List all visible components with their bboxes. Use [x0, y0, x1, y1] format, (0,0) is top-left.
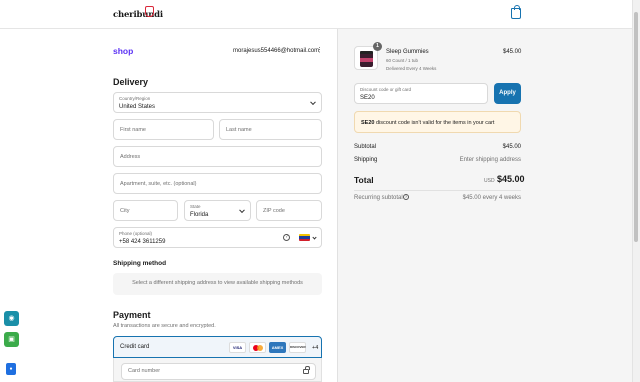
state-value: Florida: [190, 212, 209, 218]
notice-code: SE20: [361, 120, 375, 126]
address-placeholder: Address: [120, 153, 141, 160]
checkout-page: cheribundi shop morajesus554466@hotmail.…: [0, 0, 640, 382]
chevron-down-icon: [239, 206, 245, 213]
logo-icon: [145, 6, 154, 17]
card-brands: VISA AMEX DISCOVER +4: [229, 342, 318, 353]
help-widget-icon[interactable]: ●: [6, 363, 16, 375]
subtotal-label: Subtotal: [354, 144, 377, 150]
accessibility-eye-icon[interactable]: ◉: [4, 311, 19, 326]
quantity-badge: 1: [373, 42, 382, 51]
scrollbar-thumb[interactable]: [634, 12, 638, 242]
address-input[interactable]: Address: [113, 146, 322, 167]
recurring-subtotal-label: Recurring subtotal: [354, 195, 403, 201]
mastercard-icon: [249, 342, 266, 353]
credit-card-form: Card number: [113, 358, 322, 382]
last-name-input[interactable]: Last name: [219, 119, 322, 140]
shipping-method-message-box: Select a different shipping address to v…: [113, 273, 322, 295]
info-icon[interactable]: ?: [403, 194, 409, 200]
card-number-placeholder: Card number: [128, 368, 161, 374]
product-variant: 60 Count / 1 tub: [386, 58, 419, 63]
zip-input[interactable]: ZIP code: [256, 200, 322, 221]
more-menu-icon[interactable]: ⋮: [316, 47, 323, 54]
recurring-subtotal-value: $45.00 every 4 weeks: [462, 195, 521, 201]
city-input[interactable]: City: [113, 200, 178, 221]
last-name-placeholder: Last name: [226, 126, 252, 133]
first-name-input[interactable]: First name: [113, 119, 214, 140]
country-label: Country/Region: [119, 96, 151, 101]
notice-text: SE20 discount code isn't valid for the i…: [361, 120, 494, 126]
shipping-value: Enter shipping address: [459, 157, 521, 163]
city-placeholder: City: [120, 207, 130, 214]
phone-value: +58 424 3611259: [119, 239, 166, 245]
total-currency: USD: [484, 178, 495, 184]
zip-placeholder: ZIP code: [263, 207, 285, 214]
divider: [354, 190, 521, 191]
discount-label: Discount code or gift card: [360, 87, 412, 92]
state-select[interactable]: State Florida: [184, 200, 251, 221]
visa-icon: VISA: [229, 342, 246, 353]
total-label: Total: [354, 175, 374, 185]
notice-message: discount code isn't valid for the items …: [374, 120, 495, 126]
subtotal-value: $45.00: [502, 144, 521, 150]
shipping-label: Shipping: [354, 157, 378, 163]
phone-input[interactable]: Phone (optional) +58 424 3611259: [113, 227, 322, 248]
product-price: $45.00: [503, 49, 522, 55]
delivery-title: Delivery: [113, 77, 149, 87]
total-value: $45.00: [497, 174, 525, 184]
credit-card-option[interactable]: Credit card VISA AMEX DISCOVER +4: [113, 336, 322, 358]
order-summary-panel: [337, 29, 632, 382]
venezuela-flag-icon[interactable]: [299, 234, 310, 241]
phone-label: Phone (optional): [119, 231, 153, 236]
store-logo[interactable]: cheribundi: [113, 10, 163, 20]
shopping-bag-icon[interactable]: [511, 5, 521, 19]
product-plan: Delivered Every 4 Weeks: [386, 66, 437, 71]
apply-discount-button[interactable]: Apply: [494, 83, 521, 104]
apartment-placeholder: Apartment, suite, etc. (optional): [120, 180, 197, 187]
country-select[interactable]: Country/Region United States: [113, 92, 322, 113]
country-value: United States: [119, 104, 156, 110]
discount-error-notice: SE20 discount code isn't valid for the i…: [354, 111, 521, 133]
shipping-method-title: Shipping method: [113, 260, 167, 267]
chevron-down-icon: [310, 98, 316, 105]
lock-icon: [303, 366, 310, 374]
shop-pay-logo: shop: [113, 46, 134, 56]
payment-title: Payment: [113, 310, 151, 320]
payment-subtitle: All transactions are secure and encrypte…: [113, 323, 216, 329]
product-name: Sleep Gummies: [386, 49, 429, 55]
apartment-input[interactable]: Apartment, suite, etc. (optional): [113, 173, 322, 194]
credit-card-label: Credit card: [120, 344, 150, 350]
state-label: State: [190, 204, 201, 209]
header: cheribundi: [0, 0, 632, 29]
chat-widget-icon[interactable]: ▣: [4, 332, 19, 347]
card-number-input[interactable]: Card number: [121, 363, 316, 380]
first-name-placeholder: First name: [120, 126, 146, 133]
discover-icon: DISCOVER: [289, 342, 306, 353]
discount-code-input[interactable]: Discount code or gift card SE20: [354, 83, 488, 104]
account-email: morajesus554466@hotmail.com: [233, 48, 320, 54]
amex-icon: AMEX: [269, 342, 286, 353]
discount-value: SE20: [360, 95, 375, 101]
help-icon[interactable]: ?: [283, 234, 290, 241]
shipping-message: Select a different shipping address to v…: [132, 280, 303, 286]
more-card-brands: +4: [312, 344, 319, 351]
